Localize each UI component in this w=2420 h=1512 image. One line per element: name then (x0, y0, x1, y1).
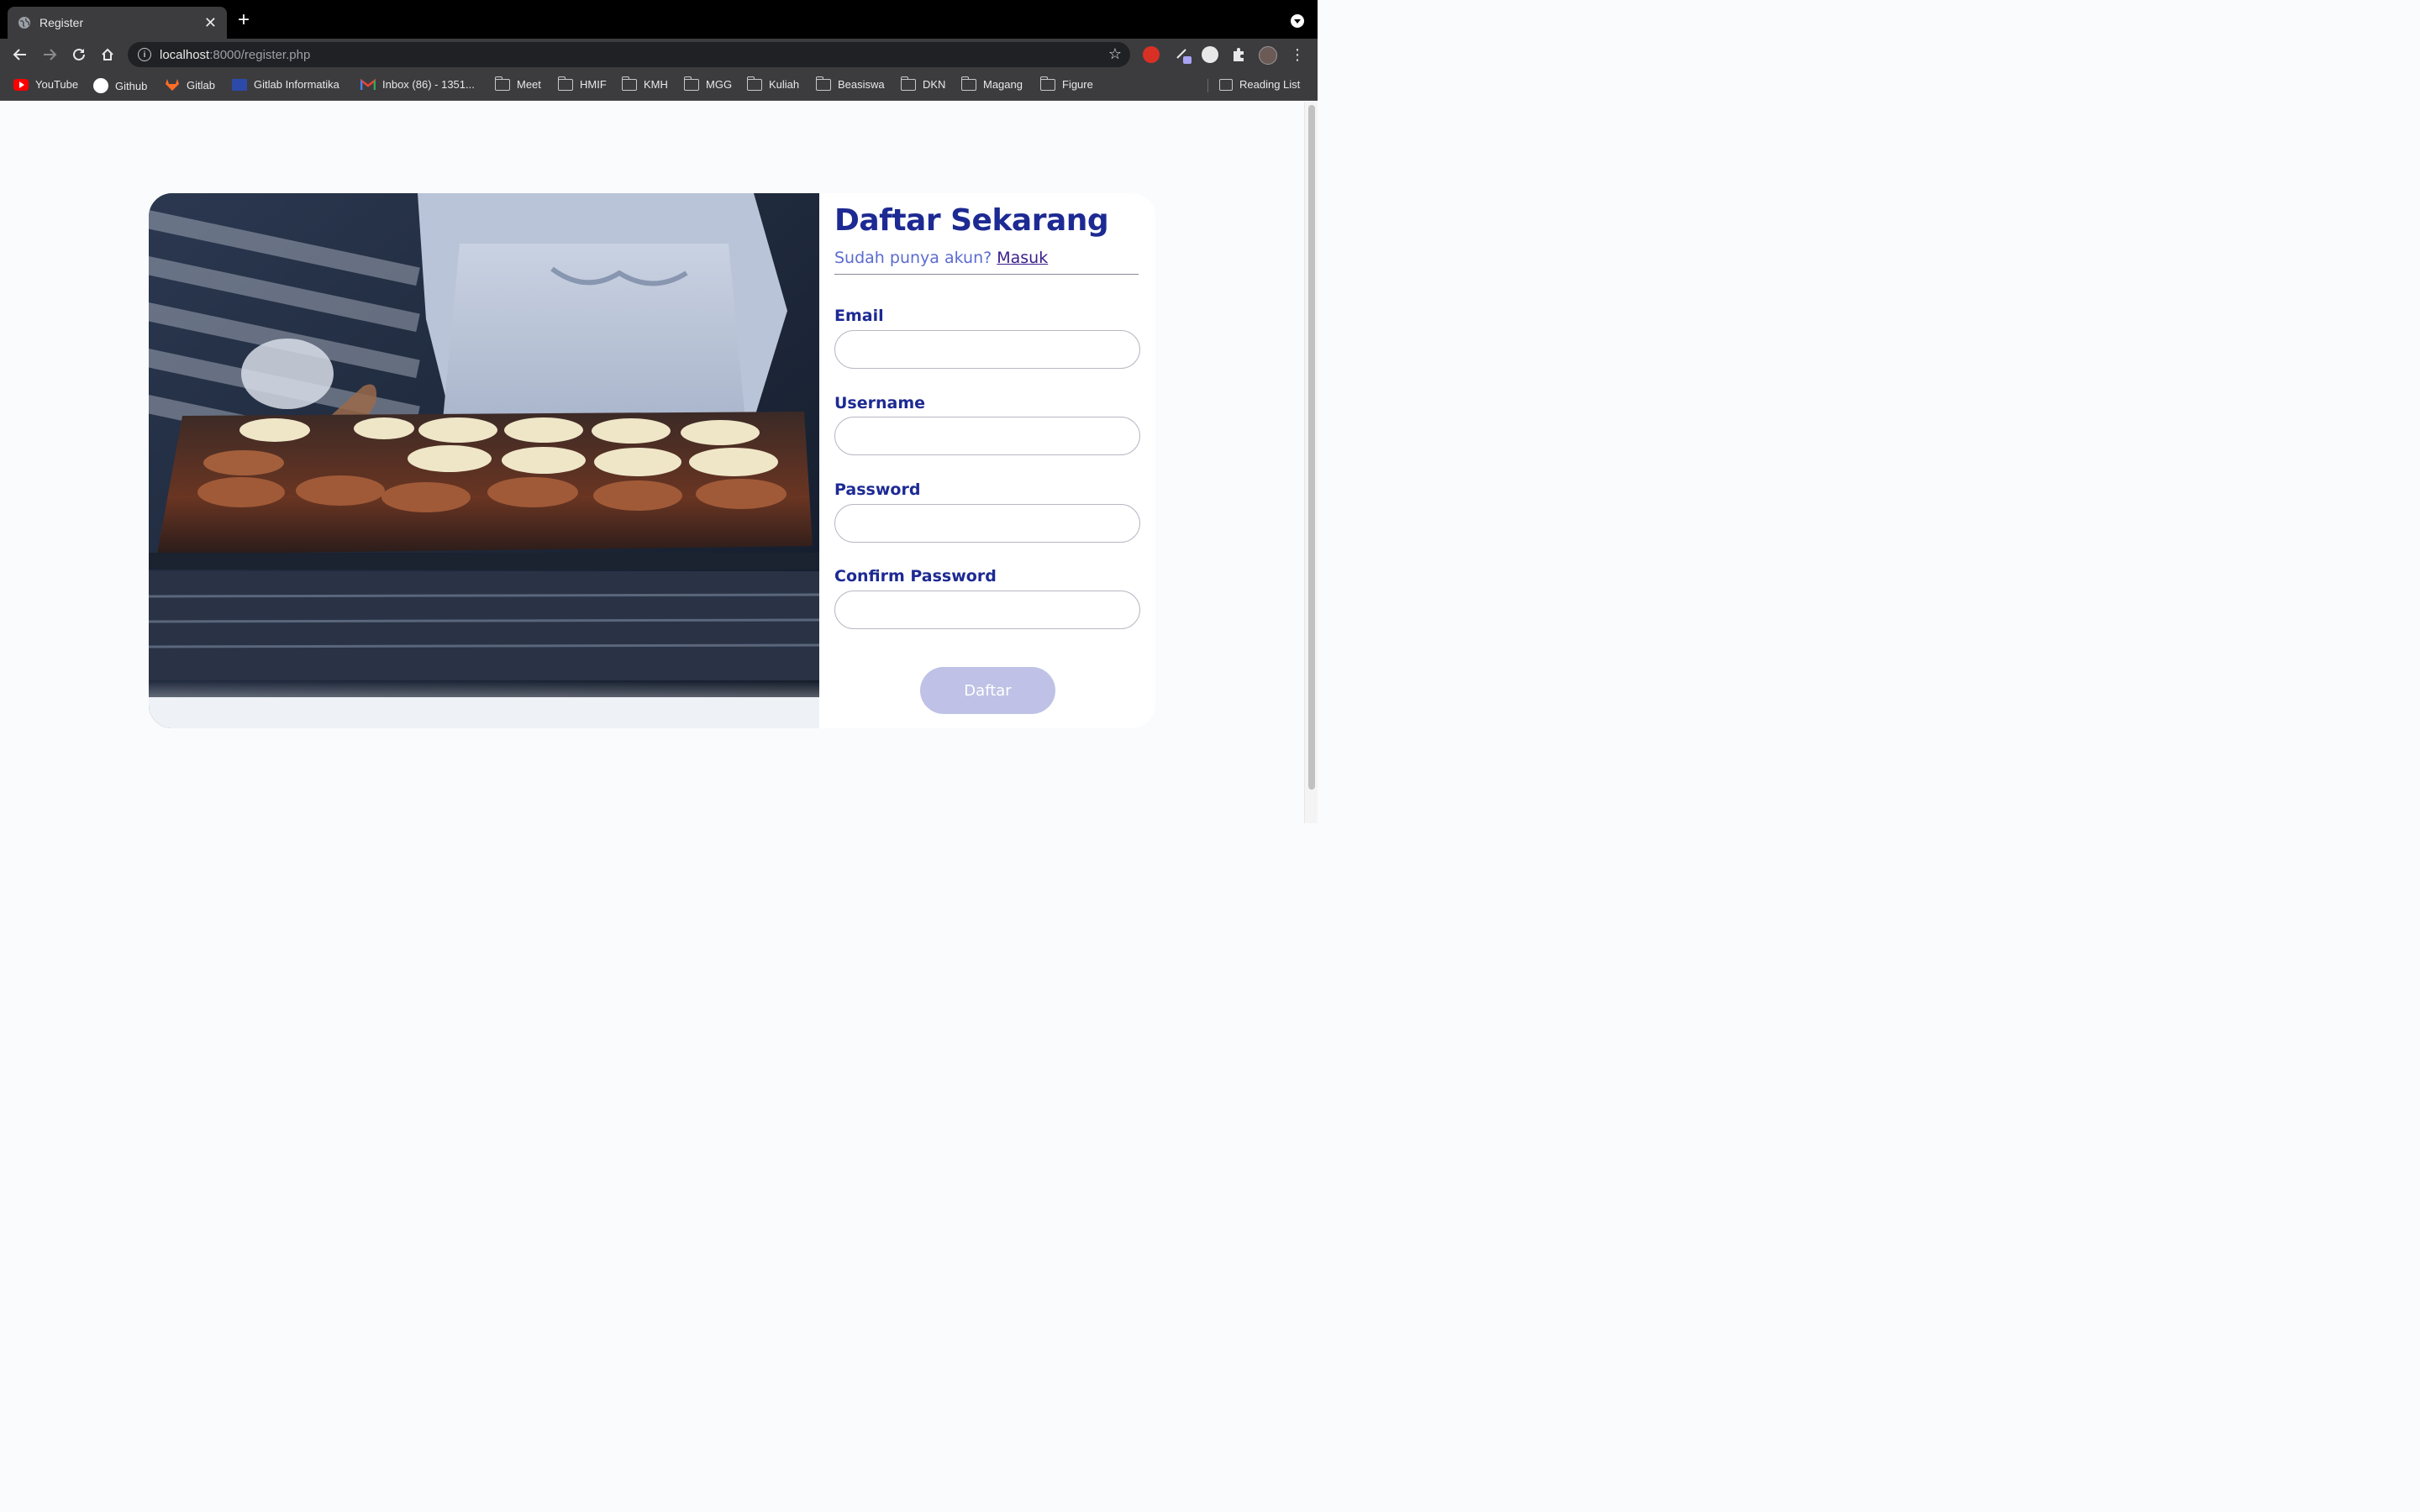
register-button[interactable]: Daftar (920, 667, 1055, 714)
home-icon[interactable] (98, 45, 117, 64)
hero-image (149, 193, 819, 728)
scrollbar-thumb[interactable] (1308, 105, 1315, 790)
profile-avatar[interactable] (1259, 46, 1277, 65)
new-tab-icon[interactable]: + (238, 10, 250, 30)
confirm-password-label: Confirm Password (834, 567, 997, 585)
github-icon (93, 78, 108, 93)
folder-icon (816, 76, 831, 91)
bookmarks-divider (1207, 79, 1208, 92)
folder-icon (622, 76, 637, 91)
bookmarks-bar: YouTube Github Gitlab Gitlab Informatika… (0, 71, 1318, 101)
bookmark-label: Kuliah (769, 78, 800, 91)
vertical-scrollbar[interactable] (1304, 102, 1318, 823)
page-title: Daftar Sekarang (834, 203, 1109, 238)
folder-icon (558, 76, 573, 91)
bookmark-youtube[interactable]: YouTube (13, 78, 78, 91)
address-bar[interactable]: i localhost:8000/register.php ☆ (128, 42, 1130, 67)
bookmark-kmh[interactable]: KMH (622, 76, 668, 91)
bookmark-label: Beasiswa (838, 78, 885, 91)
url-host: localhost (160, 47, 210, 62)
username-label: Username (834, 394, 926, 412)
bookmark-github[interactable]: Github (93, 78, 147, 93)
reload-icon[interactable] (70, 45, 88, 64)
gitlab-informatika-icon (232, 78, 247, 91)
bookmark-inbox[interactable]: Inbox (86) - 1351... (360, 78, 475, 91)
browser-tab[interactable]: Register ✕ (8, 7, 227, 39)
globe-icon (18, 17, 30, 29)
reading-list-button[interactable]: Reading List (1219, 78, 1300, 91)
bookmark-meet[interactable]: Meet (495, 76, 541, 91)
register-form: Daftar Sekarang Sudah punya akun? Masuk … (834, 193, 1140, 728)
site-info-icon[interactable]: i (138, 48, 151, 61)
bookmark-label: MGG (706, 78, 733, 91)
tab-title: Register (39, 16, 84, 29)
bookmark-star-icon[interactable]: ☆ (1108, 45, 1122, 63)
youtube-icon (13, 78, 29, 91)
tab-search-icon[interactable] (1291, 14, 1304, 28)
url-path: :8000/register.php (209, 47, 311, 62)
gitlab-icon (165, 78, 180, 92)
register-card: Daftar Sekarang Sudah punya akun? Masuk … (149, 193, 1155, 728)
adblock-extension-icon[interactable] (1143, 46, 1160, 63)
gmail-icon (360, 78, 376, 91)
bookmark-gitlab-informatika[interactable]: Gitlab Informatika (232, 78, 339, 91)
menu-kebab-icon[interactable]: ⋮ (1288, 45, 1307, 64)
bookmark-label: KMH (644, 78, 668, 91)
bookmark-magang[interactable]: Magang (961, 76, 1023, 91)
bookmark-label: Inbox (86) - 1351... (382, 78, 475, 91)
login-prompt: Sudah punya akun? Masuk (834, 249, 1139, 275)
folder-icon (901, 76, 916, 91)
bookmark-dkn[interactable]: DKN (901, 76, 946, 91)
bookmark-label: DKN (923, 78, 946, 91)
microphone-extension-icon[interactable] (1202, 46, 1218, 63)
folder-icon (495, 76, 510, 91)
browser-tab-strip: Register ✕ + (0, 0, 1318, 39)
bookmark-beasiswa[interactable]: Beasiswa (816, 76, 885, 91)
bookmark-figure[interactable]: Figure (1040, 76, 1093, 91)
bookmark-label: Gitlab Informatika (254, 78, 339, 91)
forward-icon[interactable] (40, 45, 59, 64)
username-input[interactable] (834, 417, 1140, 455)
folder-icon (1040, 76, 1055, 91)
pancake-griddle-photo (149, 193, 819, 728)
bookmark-label: Meet (517, 78, 541, 91)
email-label: Email (834, 307, 884, 325)
folder-icon (684, 76, 699, 91)
login-prompt-text: Sudah punya akun? (834, 249, 992, 267)
confirm-password-input[interactable] (834, 591, 1140, 629)
email-input[interactable] (834, 330, 1140, 369)
back-icon[interactable] (11, 45, 29, 64)
bookmark-label: Figure (1062, 78, 1093, 91)
folder-icon (747, 76, 762, 91)
close-tab-icon[interactable]: ✕ (204, 15, 217, 30)
pen-extension-icon[interactable] (1174, 46, 1192, 64)
bookmark-gitlab[interactable]: Gitlab (165, 78, 215, 92)
bookmark-mgg[interactable]: MGG (684, 76, 733, 91)
password-input[interactable] (834, 504, 1140, 543)
folder-icon (961, 76, 976, 91)
bookmark-kuliah[interactable]: Kuliah (747, 76, 800, 91)
bookmark-label: YouTube (35, 78, 79, 91)
bookmark-label: HMIF (580, 78, 607, 91)
browser-toolbar: i localhost:8000/register.php ☆ ⋮ (0, 39, 1318, 71)
bookmark-label: Github (115, 79, 148, 92)
extensions-puzzle-icon[interactable] (1230, 46, 1247, 63)
bookmark-hmif[interactable]: HMIF (558, 76, 607, 91)
bookmark-label: Gitlab (187, 78, 215, 92)
login-link[interactable]: Masuk (997, 249, 1048, 267)
reading-list-icon (1219, 78, 1233, 91)
bookmark-label: Magang (983, 78, 1023, 91)
reading-list-label: Reading List (1239, 78, 1301, 91)
password-label: Password (834, 480, 921, 499)
